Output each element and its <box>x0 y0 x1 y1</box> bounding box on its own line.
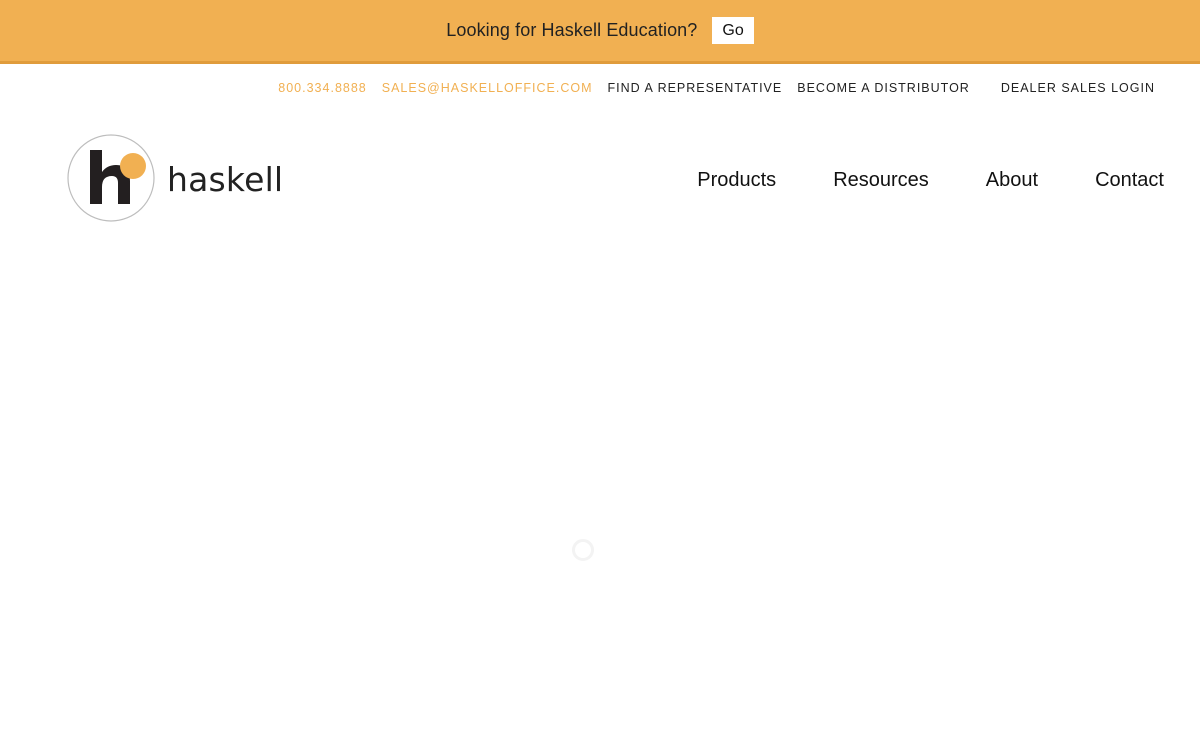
logo-wordmark: haskell <box>167 159 284 199</box>
become-distributor-link[interactable]: BECOME A DISTRIBUTOR <box>797 81 970 95</box>
loading-spinner-icon <box>572 539 594 561</box>
nav-products[interactable]: Products <box>697 169 776 192</box>
nav-contact[interactable]: Contact <box>1095 169 1164 192</box>
haskell-logo-icon <box>67 134 155 222</box>
dealer-sales-login-link[interactable]: DEALER SALES LOGIN <box>1001 81 1155 95</box>
email-link[interactable]: SALES@HASKELLOFFICE.COM <box>382 81 593 95</box>
phone-link[interactable]: 800.334.8888 <box>278 81 366 95</box>
promo-go-button[interactable]: Go <box>712 17 754 44</box>
promo-text: Looking for Haskell Education? <box>446 20 698 40</box>
site-logo[interactable]: haskell <box>67 134 283 222</box>
find-representative-link[interactable]: FIND A REPRESENTATIVE <box>608 81 783 95</box>
education-promo-banner: Looking for Haskell Education? Go <box>0 0 1200 64</box>
nav-about[interactable]: About <box>986 169 1038 192</box>
utility-nav: 800.334.8888 SALES@HASKELLOFFICE.COM FIN… <box>263 80 1155 96</box>
nav-resources[interactable]: Resources <box>833 169 929 192</box>
main-nav: Products Resources About Contact <box>640 169 1164 192</box>
